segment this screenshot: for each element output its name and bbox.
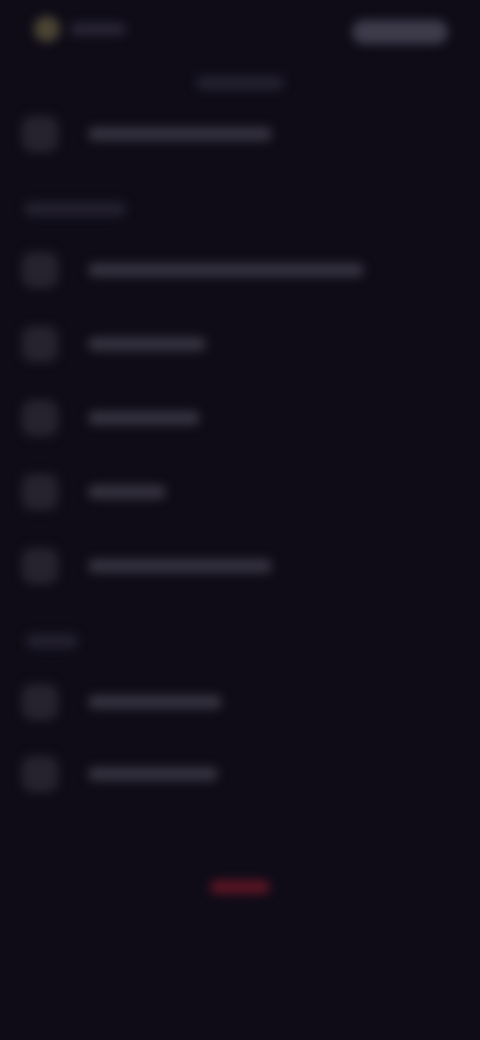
list-item-help[interactable] <box>22 678 458 726</box>
list-item-security[interactable] <box>22 394 458 442</box>
top-bar <box>0 0 480 64</box>
section-title-support <box>26 634 78 648</box>
section-title-preferences <box>24 202 126 216</box>
section-title-account <box>196 76 284 90</box>
list-item-label <box>88 695 222 709</box>
list-item-account[interactable] <box>22 110 458 158</box>
list-item-label <box>88 559 272 573</box>
settings-icon <box>22 252 58 288</box>
brand-logo[interactable] <box>34 14 134 44</box>
list-item-label <box>88 263 364 277</box>
info-icon <box>22 756 58 792</box>
blurred-content <box>0 0 480 1040</box>
user-icon <box>22 116 58 152</box>
list-item-settings[interactable] <box>22 246 458 294</box>
globe-icon <box>22 474 58 510</box>
wallet-icon <box>22 548 58 584</box>
list-item-label <box>88 411 200 425</box>
list-item-language[interactable] <box>22 468 458 516</box>
list-item-label <box>88 127 272 141</box>
bell-icon <box>22 326 58 362</box>
help-icon <box>22 684 58 720</box>
logout-button[interactable] <box>196 872 284 902</box>
list-item-label <box>88 485 166 499</box>
list-item-notifications[interactable] <box>22 320 458 368</box>
list-item-wallet[interactable] <box>22 542 458 590</box>
brand-mark-icon <box>34 16 60 42</box>
logout-label <box>210 880 270 894</box>
list-item-label <box>88 767 218 781</box>
lock-icon <box>22 400 58 436</box>
brand-label <box>70 23 126 35</box>
header-action-button[interactable] <box>352 20 448 44</box>
settings-screen <box>0 0 480 1040</box>
list-item-label <box>88 337 206 351</box>
list-item-about[interactable] <box>22 750 458 798</box>
